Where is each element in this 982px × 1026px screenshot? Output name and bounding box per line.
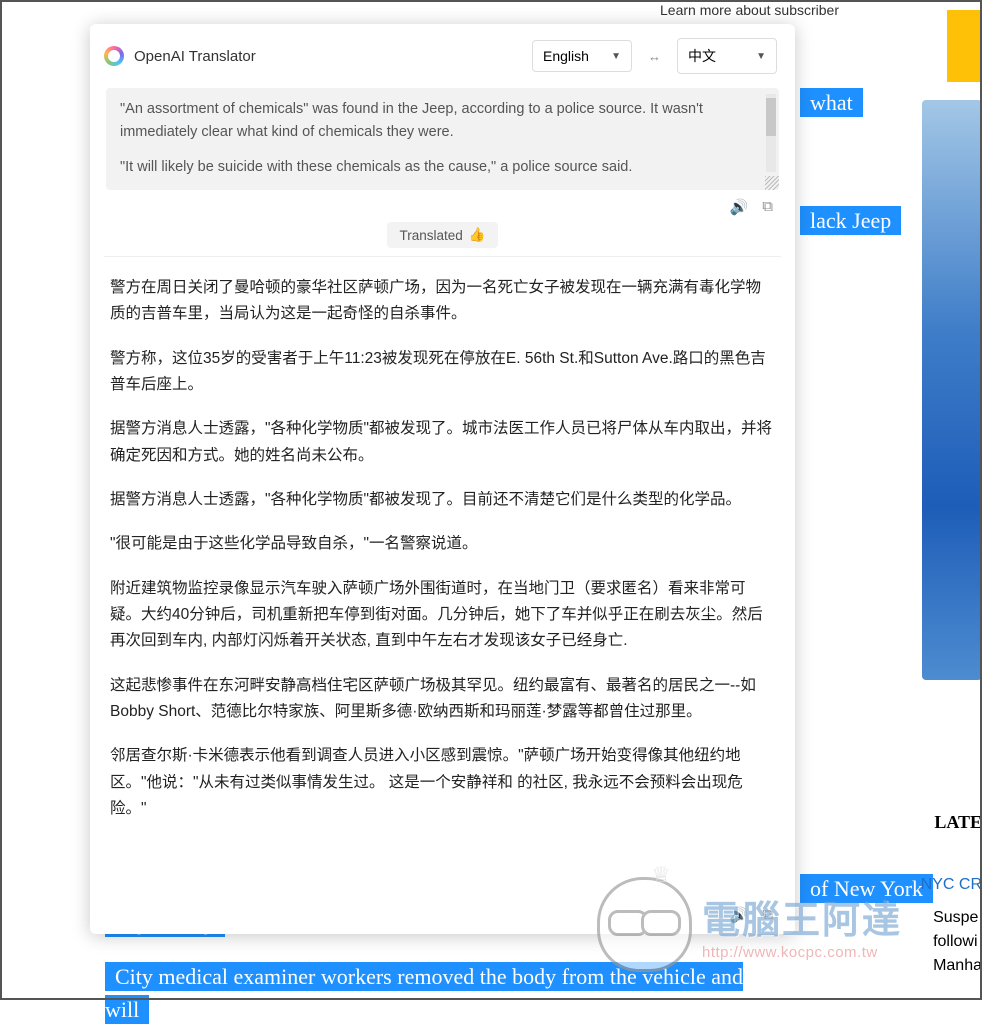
source-textarea[interactable]: "An assortment of chemicals" was found i… (106, 88, 779, 190)
status-label: Translated (399, 228, 462, 243)
source-lang-label: English (543, 48, 589, 64)
output-paragraph: 邻居查尔斯·卡米德表示他看到调查人员进入小区感到震惊。"萨顿广场开始变得像其他纽… (110, 743, 775, 822)
sidebar-image (922, 100, 982, 680)
openai-logo-icon (104, 46, 124, 66)
copy-icon[interactable]: ⧉ (762, 906, 773, 924)
target-lang-label: 中文 (688, 46, 716, 66)
swap-languages-button[interactable]: ↔ (642, 49, 667, 64)
yellow-badge (947, 10, 982, 82)
output-paragraph: 警方在周日关闭了曼哈顿的豪华社区萨顿广场，因为一名死亡女子被发现在一辆充满有毒化… (110, 275, 775, 328)
subscriber-link[interactable]: Learn more about subscriber (660, 2, 839, 18)
output-paragraph: 据警方消息人士透露，"各种化学物质"都被发现了。目前还不清楚它们是什么类型的化学… (110, 487, 775, 513)
output-paragraph: 据警方消息人士透露，"各种化学物质"都被发现了。城市法医工作人员已将尸体从车内取… (110, 416, 775, 469)
hl-text: City medical examiner workers removed th… (105, 962, 743, 1024)
hl-text: what (800, 88, 863, 117)
source-lang-select[interactable]: English ▼ (532, 40, 632, 72)
source-line: "An assortment of chemicals" was found i… (120, 98, 757, 144)
translation-output: 警方在周日关闭了曼哈顿的豪华社区萨顿广场，因为一名死亡女子被发现在一辆充满有毒化… (90, 257, 795, 906)
sidebar-snippet: Suspe followi Manha (933, 906, 982, 978)
speaker-icon[interactable]: 🔊 (730, 198, 749, 216)
output-toolbar: 🔊 ⧉ (90, 906, 795, 934)
output-paragraph: 这起悲惨事件在东河畔安静高档住宅区萨顿广场极其罕见。纽约最富有、最著名的居民之一… (110, 673, 775, 726)
panel-title: OpenAI Translator (134, 48, 522, 65)
chevron-down-icon: ▼ (611, 51, 621, 62)
panel-header: OpenAI Translator English ▼ ↔ 中文 ▼ (90, 24, 795, 88)
sidebar-link[interactable]: NYC CR (921, 876, 982, 894)
chevron-down-icon: ▼ (756, 51, 766, 62)
scrollbar-thumb[interactable] (766, 98, 776, 136)
output-paragraph: 附近建筑物监控录像显示汽车驶入萨顿广场外围街道时，在当地门卫（要求匿名）看来非常… (110, 576, 775, 655)
hl-text: of New York (800, 874, 933, 903)
translator-panel: OpenAI Translator English ▼ ↔ 中文 ▼ "An a… (90, 24, 795, 934)
source-toolbar: 🔊 ⧉ (90, 190, 795, 218)
sidebar-heading: LATE (934, 812, 982, 833)
status-chip: Translated 👍 (387, 222, 497, 248)
hl-text: lack Jeep (800, 206, 901, 235)
thumbs-up-icon: 👍 (469, 227, 486, 243)
source-line: "It will likely be suicide with these ch… (120, 156, 757, 179)
output-paragraph: 警方称，这位35岁的受害者于上午11:23被发现死在停放在E. 56th St.… (110, 346, 775, 399)
target-lang-select[interactable]: 中文 ▼ (677, 38, 777, 74)
copy-icon[interactable]: ⧉ (762, 198, 773, 216)
output-paragraph: "很可能是由于这些化学品导致自杀，"一名警察说道。 (110, 531, 775, 557)
resize-handle[interactable] (765, 176, 779, 190)
speaker-icon[interactable]: 🔊 (730, 906, 749, 924)
